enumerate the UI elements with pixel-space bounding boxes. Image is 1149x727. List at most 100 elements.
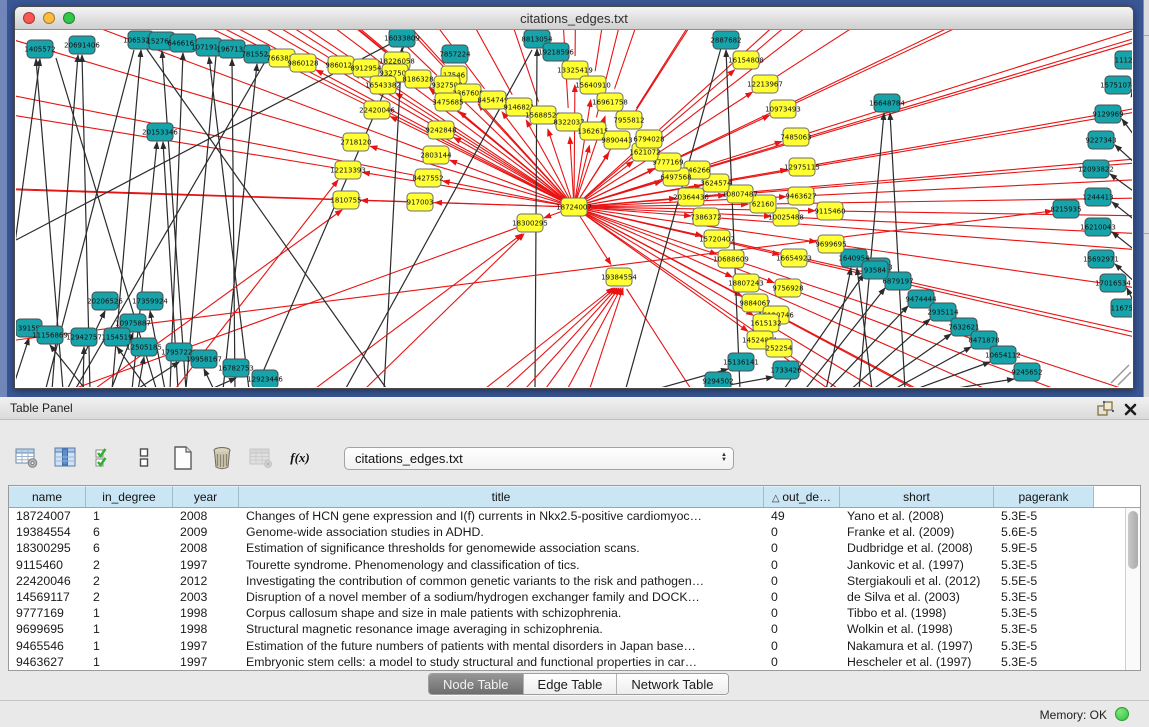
graph-node[interactable]: 12975115 — [784, 158, 820, 176]
table-row[interactable]: 969969511998Structural magnetic resonanc… — [9, 621, 1125, 637]
graph-node[interactable]: 12505185 — [126, 338, 162, 356]
table-row[interactable]: 1938455462009Genome-wide association stu… — [9, 524, 1125, 540]
graph-node[interactable]: 12213967 — [747, 75, 783, 93]
table-settings-button[interactable] — [14, 445, 40, 471]
scrollbar-thumb[interactable] — [1128, 511, 1138, 569]
graph-node[interactable]: 10654112 — [985, 346, 1021, 364]
table-source-dropdown[interactable]: citations_edges.txt ▲▼ — [344, 447, 734, 470]
window-resize-grip[interactable] — [1111, 365, 1131, 385]
table-row[interactable]: 2242004622012Investigating the contribut… — [9, 573, 1125, 589]
graph-node[interactable]: 9227343 — [1085, 131, 1116, 149]
graph-node[interactable]: 111230 — [1115, 51, 1132, 69]
graph-node[interactable]: 16154808 — [728, 51, 764, 69]
graph-node[interactable]: 10973493 — [765, 100, 801, 118]
graph-node[interactable]: 15720407 — [699, 230, 735, 248]
graph-node[interactable]: 9699695 — [815, 235, 846, 253]
table-row[interactable]: 946554611997Estimation of the future num… — [9, 638, 1125, 654]
graph-node[interactable]: 6794028 — [633, 130, 664, 148]
tab-network-table[interactable]: Network Table — [617, 674, 727, 694]
graph-node[interactable]: 2887682 — [710, 31, 741, 49]
graph-node[interactable]: 15136141 — [723, 353, 759, 371]
graph-node[interactable]: 1810755 — [330, 191, 361, 209]
network-window-titlebar[interactable]: citations_edges.txt — [15, 7, 1133, 30]
graph-node[interactable]: 12213393 — [330, 161, 366, 179]
graph-node[interactable]: 7857224 — [439, 45, 471, 63]
graph-node[interactable]: 16210043 — [1080, 218, 1116, 236]
network-canvas-svg[interactable]: 1405572206914061065328715276026466161107… — [16, 30, 1132, 387]
graph-node[interactable]: 16782753 — [218, 359, 254, 377]
graph-node[interactable]: 7955812 — [613, 111, 644, 129]
column-header-pagerank[interactable]: pagerank — [994, 486, 1094, 507]
graph-node[interactable]: 3475685 — [432, 93, 463, 111]
graph-node[interactable]: 7386372 — [690, 208, 721, 226]
graph-node[interactable]: 16654923 — [776, 249, 812, 267]
tab-edge-table[interactable]: Edge Table — [524, 674, 618, 694]
graph-node[interactable]: 1244413 — [1082, 188, 1113, 206]
network-view-window[interactable]: citations_edges.txt — [14, 6, 1134, 389]
graph-node[interactable]: 16543382 — [365, 76, 401, 94]
graph-node[interactable]: 11156869 — [32, 326, 68, 344]
graph-node[interactable]: 20691406 — [64, 36, 100, 54]
graph-node[interactable]: 8912954 — [350, 59, 382, 77]
graph-node[interactable]: 252254 — [766, 339, 793, 357]
table-row[interactable]: 946362711997Embryonic stem cells: a mode… — [9, 654, 1125, 670]
apply-function-button[interactable]: f(x) — [287, 445, 313, 471]
column-header-year[interactable]: year — [173, 486, 239, 507]
graph-node[interactable]: 15692971 — [1083, 250, 1119, 268]
column-header-in_degree[interactable]: in_degree — [86, 486, 173, 507]
graph-node[interactable]: 19218596 — [538, 43, 574, 61]
create-table-button[interactable] — [170, 445, 196, 471]
table-row[interactable]: 977716911998Corpus callosum shape and si… — [9, 605, 1125, 621]
graph-node[interactable]: 9756928 — [772, 279, 803, 297]
graph-node[interactable]: 16648784 — [869, 94, 905, 112]
graph-node[interactable]: 9115460 — [814, 202, 845, 220]
graph-node[interactable]: 8215935 — [1050, 200, 1081, 218]
delete-column-button[interactable] — [248, 445, 274, 471]
graph-node[interactable]: 20364436 — [673, 188, 709, 206]
row-mode-button[interactable] — [131, 445, 157, 471]
graph-node[interactable]: 19958167 — [186, 350, 222, 368]
graph-node[interactable]: 7485063 — [780, 128, 811, 146]
graph-node[interactable]: 19384554 — [601, 268, 637, 286]
graph-node[interactable]: 17359924 — [132, 292, 168, 310]
table-row[interactable]: 911546021997Tourette syndrome. Phenomeno… — [9, 557, 1125, 573]
graph-node[interactable]: 9129969 — [1092, 105, 1123, 123]
graph-node[interactable]: 9890443 — [601, 131, 632, 149]
close-panel-icon[interactable] — [1124, 403, 1137, 416]
column-header-title[interactable]: title — [239, 486, 764, 507]
graph-node[interactable]: 116753 — [1111, 299, 1132, 317]
network-canvas[interactable]: 1405572206914061065328715276026466161107… — [16, 30, 1132, 387]
graph-node[interactable]: 10688609 — [713, 250, 749, 268]
graph-node[interactable]: 18724007 — [556, 198, 592, 216]
float-panel-icon[interactable] — [1097, 401, 1114, 417]
column-header-name[interactable]: name — [9, 486, 86, 507]
graph-node[interactable]: 93584 — [862, 261, 888, 279]
graph-node[interactable]: 12093822 — [1078, 160, 1114, 178]
table-row[interactable]: 1830029562008Estimation of significance … — [9, 540, 1125, 556]
graph-node[interactable]: 20153346 — [142, 123, 178, 141]
graph-node[interactable]: 2803144 — [420, 146, 452, 164]
table-panel-titlebar[interactable]: Table Panel — [0, 397, 1149, 420]
graph-node[interactable]: 2718120 — [340, 133, 371, 151]
table-scrollbar[interactable] — [1125, 508, 1140, 670]
graph-node[interactable]: 20206526 — [87, 292, 123, 310]
column-header-out_degree[interactable]: △ out_de… — [764, 486, 840, 507]
tab-node-table[interactable]: Node Table — [429, 674, 524, 694]
show-columns-button[interactable] — [53, 445, 79, 471]
graph-node[interactable]: 8186328 — [402, 70, 433, 88]
graph-node[interactable]: 1615132 — [750, 314, 781, 332]
column-header-short[interactable]: short — [840, 486, 994, 507]
graph-node[interactable]: 18807243 — [728, 274, 764, 292]
select-all-rows-button[interactable] — [92, 445, 118, 471]
graph-node[interactable]: 1405572 — [24, 40, 55, 58]
graph-node[interactable]: 12942757 — [66, 328, 102, 346]
graph-node[interactable]: 15751074 — [1100, 76, 1132, 94]
graph-node[interactable]: 16033809 — [384, 30, 420, 47]
graph-node[interactable]: 18300295 — [512, 214, 548, 232]
table-row[interactable]: 1872400712008Changes of HCN gene express… — [9, 508, 1125, 524]
graph-node[interactable]: 8427552 — [412, 169, 443, 187]
graph-node[interactable]: 9463627 — [785, 187, 816, 205]
graph-node[interactable]: 917003 — [407, 193, 434, 211]
graph-node[interactable]: 17016534 — [1095, 274, 1131, 292]
graph-node[interactable]: 9294502 — [702, 372, 733, 387]
